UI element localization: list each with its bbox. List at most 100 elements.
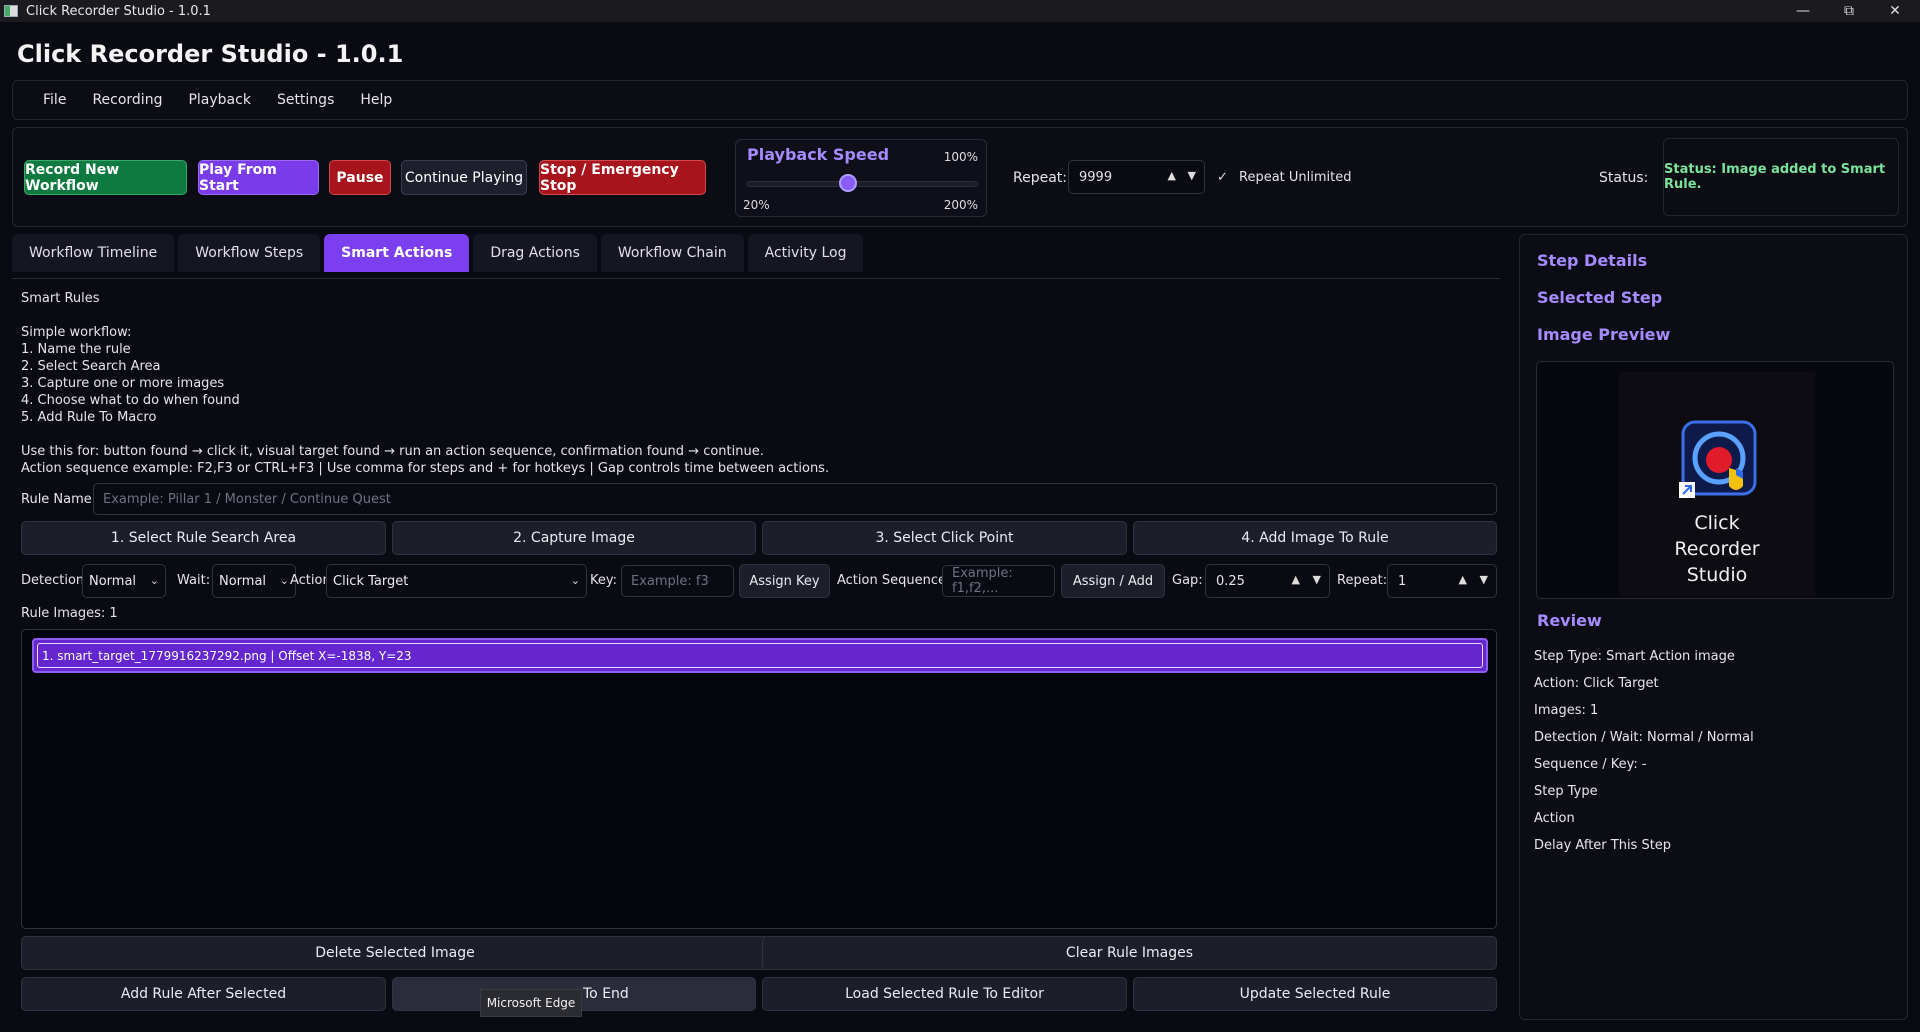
capture-image-button[interactable]: 2. Capture Image xyxy=(392,521,756,555)
load-selected-rule-button[interactable]: Load Selected Rule To Editor xyxy=(762,977,1127,1011)
restore-icon[interactable]: ⧉ xyxy=(1826,0,1872,22)
rule-name-label: Rule Name: xyxy=(21,492,97,507)
close-icon[interactable]: ✕ xyxy=(1872,0,1918,22)
chevron-down-icon: ⌄ xyxy=(149,574,159,587)
menu-playback[interactable]: Playback xyxy=(176,92,264,108)
continue-playing-button[interactable]: Continue Playing xyxy=(401,160,527,195)
list-item[interactable]: 1. smart_target_1779916237292.png | Offs… xyxy=(32,638,1488,673)
menu-settings[interactable]: Settings xyxy=(265,92,348,108)
review-line: Action: Click Target xyxy=(1534,676,1659,691)
playback-speed-slider[interactable] xyxy=(839,174,858,192)
clear-rule-images-button[interactable]: Clear Rule Images xyxy=(762,936,1497,970)
play-from-start-button[interactable]: Play From Start xyxy=(198,160,319,195)
menu-bar: File Recording Playback Settings Help xyxy=(12,80,1908,120)
emergency-stop-button[interactable]: Stop / Emergency Stop xyxy=(539,160,706,195)
preview-thumbnail: Click Recorder Studio xyxy=(1619,372,1815,596)
detection-value: Normal xyxy=(89,573,137,589)
spin-up-icon[interactable]: ▲ xyxy=(1292,573,1300,586)
playback-speed-label: Playback Speed xyxy=(747,145,890,164)
tab-activity-log[interactable]: Activity Log xyxy=(747,234,864,272)
review-line: Images: 1 xyxy=(1534,703,1599,718)
select-click-point-button[interactable]: 3. Select Click Point xyxy=(762,521,1127,555)
wait-value: Normal xyxy=(219,573,267,589)
status-text: Status: Image added to Smart Rule. xyxy=(1664,162,1886,192)
image-preview: Click Recorder Studio xyxy=(1536,361,1894,599)
review-heading: Review xyxy=(1537,611,1602,630)
workflow-instructions: Simple workflow: 1. Name the rule 2. Sel… xyxy=(21,325,240,425)
repeat-unlimited-checkbox[interactable]: Repeat Unlimited xyxy=(1239,170,1352,185)
speed-max-label: 200% xyxy=(943,198,978,212)
repeat-spinbox[interactable]: 9999 ▲ ▼ xyxy=(1068,160,1205,194)
rule-repeat-label: Repeat: xyxy=(1337,573,1388,588)
review-line: Step Type: Smart Action image xyxy=(1534,649,1735,664)
menu-file[interactable]: File xyxy=(31,92,80,108)
window-titlebar: Click Recorder Studio - 1.0.1 — ⧉ ✕ xyxy=(0,0,1920,22)
key-label: Key: xyxy=(590,573,618,588)
spin-down-icon[interactable]: ▼ xyxy=(1188,169,1196,182)
tab-workflow-steps[interactable]: Workflow Steps xyxy=(178,234,321,272)
playback-toolbar: Record New Workflow Play From Start Paus… xyxy=(12,127,1908,227)
wait-label: Wait: xyxy=(177,573,211,588)
playback-speed-panel: Playback Speed 100% 20% 200% xyxy=(735,139,987,217)
select-search-area-button[interactable]: 1. Select Rule Search Area xyxy=(21,521,386,555)
preview-caption: Click Recorder Studio xyxy=(1619,510,1815,588)
spin-down-icon[interactable]: ▼ xyxy=(1313,573,1321,586)
detection-label: Detection: xyxy=(21,573,89,588)
page-title: Click Recorder Studio - 1.0.1 xyxy=(17,40,404,68)
tab-workflow-chain[interactable]: Workflow Chain xyxy=(600,234,744,272)
minimize-icon[interactable]: — xyxy=(1780,0,1826,22)
main-tabs: Workflow Timeline Workflow Steps Smart A… xyxy=(12,234,864,272)
spin-up-icon[interactable]: ▲ xyxy=(1168,169,1176,182)
app-icon xyxy=(4,5,18,17)
record-workflow-button[interactable]: Record New Workflow xyxy=(24,160,187,195)
key-input[interactable]: Example: f3 xyxy=(621,565,734,597)
playback-speed-track[interactable] xyxy=(746,181,978,187)
smart-actions-panel: Smart Rules Simple workflow: 1. Name the… xyxy=(12,280,1500,1014)
review-line: Sequence / Key: - xyxy=(1534,757,1647,772)
menu-help[interactable]: Help xyxy=(348,92,406,108)
tab-smart-actions[interactable]: Smart Actions xyxy=(324,234,470,272)
action-sequence-label: Action Sequence: xyxy=(837,573,951,588)
assign-add-button[interactable]: Assign / Add xyxy=(1061,564,1165,598)
status-label: Status: xyxy=(1599,170,1649,186)
review-line: Detection / Wait: Normal / Normal xyxy=(1534,730,1754,745)
rule-images-list[interactable]: 1. smart_target_1779916237292.png | Offs… xyxy=(21,629,1497,929)
rule-repeat-spinbox[interactable]: 1 ▲ ▼ xyxy=(1387,564,1497,598)
tab-workflow-timeline[interactable]: Workflow Timeline xyxy=(12,234,175,272)
playback-speed-value: 100% xyxy=(943,150,978,164)
step-details-panel: Step Details Selected Step Image Preview… xyxy=(1519,234,1908,1020)
detection-select[interactable]: Normal ⌄ xyxy=(82,564,166,598)
assign-key-button[interactable]: Assign Key xyxy=(739,564,830,598)
review-line: Delay After This Step xyxy=(1534,838,1672,853)
menu-recording[interactable]: Recording xyxy=(80,92,176,108)
preview-caption-line: Click xyxy=(1694,512,1740,534)
smart-rules-heading: Smart Rules xyxy=(21,291,100,306)
chevron-down-icon: ⌄ xyxy=(570,574,580,587)
gap-spinbox[interactable]: 0.25 ▲ ▼ xyxy=(1205,564,1330,598)
update-selected-rule-button[interactable]: Update Selected Rule xyxy=(1133,977,1497,1011)
rule-repeat-value: 1 xyxy=(1398,573,1407,589)
repeat-value: 9999 xyxy=(1079,169,1113,185)
wait-select[interactable]: Normal ⌄ xyxy=(212,564,296,598)
action-sequence-input[interactable]: Example: f1,f2,... xyxy=(942,565,1055,597)
checkmark-icon[interactable]: ✓ xyxy=(1217,170,1228,185)
preview-caption-line: Studio xyxy=(1686,564,1748,586)
rule-name-input[interactable]: Example: Pillar 1 / Monster / Continue Q… xyxy=(93,483,1497,515)
add-image-to-rule-button[interactable]: 4. Add Image To Rule xyxy=(1133,521,1497,555)
usage-hint: Use this for: button found → click it, v… xyxy=(21,444,830,476)
action-value: Click Target xyxy=(333,573,409,589)
action-select[interactable]: Click Target ⌄ xyxy=(326,564,587,598)
step-details-heading: Step Details xyxy=(1537,251,1648,270)
gap-value: 0.25 xyxy=(1216,573,1245,589)
image-preview-heading: Image Preview xyxy=(1537,325,1671,344)
status-panel: Status: Image added to Smart Rule. xyxy=(1663,138,1899,216)
rule-images-count: Rule Images: 1 xyxy=(21,606,118,621)
add-rule-after-selected-button[interactable]: Add Rule After Selected xyxy=(21,977,386,1011)
spin-down-icon[interactable]: ▼ xyxy=(1480,573,1488,586)
delete-selected-image-button[interactable]: Delete Selected Image xyxy=(21,936,769,970)
spin-up-icon[interactable]: ▲ xyxy=(1459,573,1467,586)
selected-step-heading: Selected Step xyxy=(1537,288,1663,307)
tab-drag-actions[interactable]: Drag Actions xyxy=(473,234,597,272)
tab-divider xyxy=(12,278,1500,279)
pause-button[interactable]: Pause xyxy=(329,160,391,195)
